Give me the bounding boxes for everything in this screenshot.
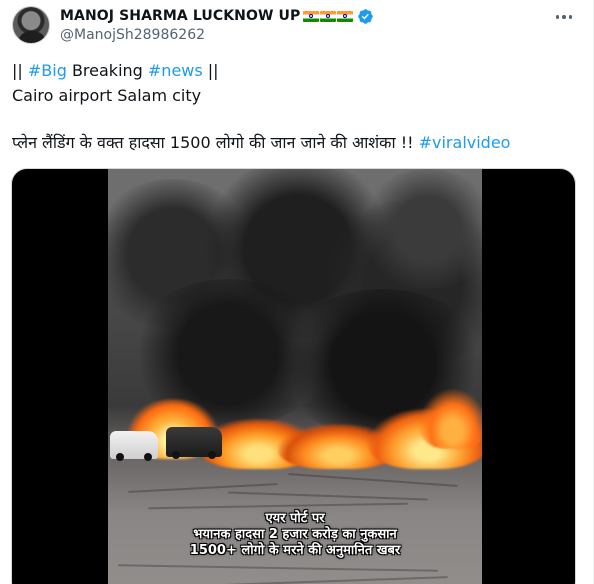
video-media[interactable]: एयर पोर्ट पर भयानक हादसा 2 हजार करोड़ का… — [11, 168, 576, 584]
video-caption-line-1: एयर पोर्ट पर — [265, 511, 325, 526]
hashtag-big[interactable]: #Big — [28, 61, 67, 80]
fire-flame — [418, 389, 482, 449]
author-name-row: MANOJ SHARMA LUCKNOW UP — [60, 6, 374, 26]
tweet-text-line-1: || #Big Breaking #news || — [12, 61, 219, 81]
name-flags — [303, 10, 354, 22]
avatar[interactable] — [12, 6, 50, 44]
dark-car — [166, 427, 222, 459]
more-options-icon[interactable] — [553, 6, 575, 28]
indian-flag-icon — [320, 10, 337, 22]
tweet-text-line-3: प्लेन लैंडिंग के वक्त हादसा 1500 लोगो की… — [12, 133, 510, 153]
video-caption-line-2: भयानक हादसा 2 हजार करोड़ का नुकसान — [193, 527, 397, 542]
hindi-text: प्लेन लैंडिंग के वक्त हादसा 1500 लोगो की… — [12, 133, 419, 152]
video-caption-line-3: 1500+ लोगो के मरने की अनुमानित खबर — [189, 543, 401, 558]
text-prefix: || — [12, 61, 28, 80]
author-display-name[interactable]: MANOJ SHARMA LUCKNOW UP — [60, 8, 300, 24]
indian-flag-icon — [303, 10, 320, 22]
white-car — [110, 431, 158, 461]
author-handle[interactable]: @ManojSh28986262 — [60, 27, 205, 43]
text-middle: Breaking — [66, 61, 148, 80]
verified-badge-icon[interactable] — [357, 8, 374, 25]
video-frame[interactable]: एयर पोर्ट पर भयानक हादसा 2 हजार करोड़ का… — [108, 169, 482, 584]
indian-flag-icon — [337, 10, 354, 22]
hashtag-news[interactable]: #news — [148, 61, 203, 80]
text-suffix: || — [202, 61, 219, 80]
tweet-text-line-2: Cairo airport Salam city — [12, 86, 202, 105]
hashtag-viralvideo[interactable]: #viralvideo — [419, 133, 511, 152]
tweet-card[interactable]: MANOJ SHARMA LUCKNOW UP @ManojSh28986262… — [0, 0, 594, 584]
